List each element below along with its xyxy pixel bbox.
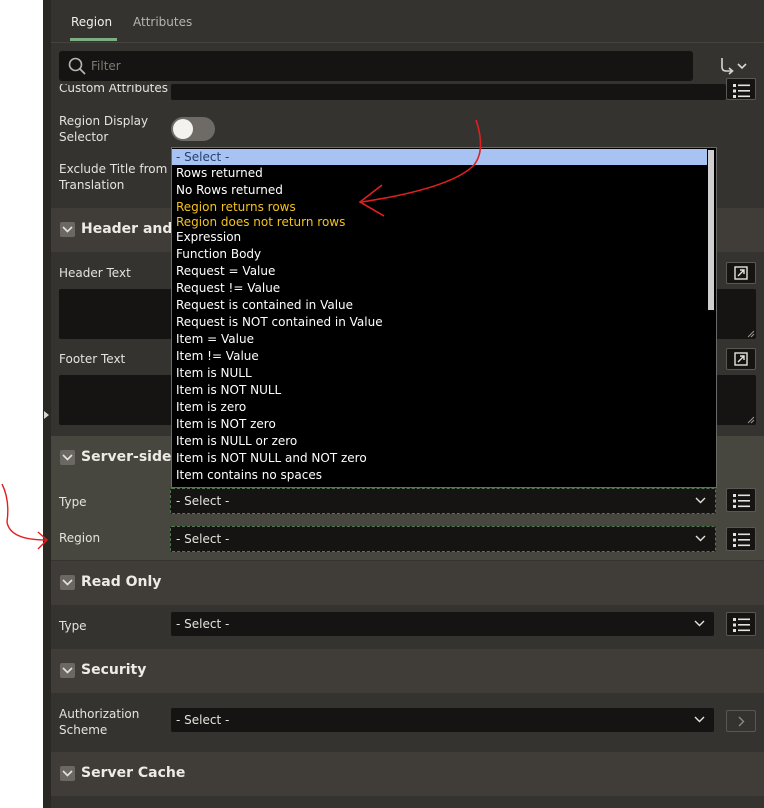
section-title: Read Only (81, 574, 162, 590)
section-title: Security (81, 662, 147, 678)
dropdown-option[interactable]: Item is NULL or zero (176, 434, 297, 448)
dropdown-option[interactable]: No Rows returned (176, 183, 283, 197)
footer-text-label: Footer Text (59, 352, 126, 366)
header-text-expand-button[interactable] (726, 262, 756, 284)
dropdown-option[interactable]: Item is zero (176, 400, 246, 414)
goto-group-icon[interactable] (718, 56, 752, 76)
server-side-type-list-button[interactable] (726, 488, 756, 512)
scrollbar-thumb[interactable] (708, 150, 714, 310)
list-icon (733, 533, 750, 547)
section-title: Server Cache (81, 765, 186, 781)
dropdown-option[interactable]: Item != Value (176, 349, 259, 363)
server-side-region-select[interactable]: - Select - (170, 526, 716, 552)
server-side-type-label: Type (59, 495, 87, 509)
dropdown-option[interactable]: Item is NOT zero (176, 417, 276, 431)
authorization-scheme-label: Authorization Scheme (59, 707, 140, 737)
select-value: - Select - (176, 494, 230, 508)
popout-icon (734, 352, 748, 366)
server-side-region-list-button[interactable] (726, 527, 756, 551)
server-side-region-label: Region (59, 531, 101, 545)
select-value: - Select - (176, 713, 230, 727)
authorization-scheme-select[interactable]: - Select - (171, 708, 714, 732)
chevron-down-icon (60, 575, 75, 590)
filter-placeholder: Filter (91, 59, 121, 73)
dropdown-option[interactable]: Function Body (176, 247, 261, 261)
read-only-type-select[interactable]: - Select - (171, 612, 714, 636)
chevron-down-icon[interactable] (60, 450, 75, 465)
section-security[interactable]: Security (51, 649, 764, 693)
dropdown-option[interactable]: Request is NOT contained in Value (176, 315, 383, 329)
chevron-down-icon (695, 497, 706, 504)
dropdown-option[interactable]: - Select - (172, 149, 708, 165)
custom-attributes-list-button[interactable] (726, 78, 756, 100)
chevron-down-icon (694, 716, 705, 723)
dropdown-option[interactable]: Item is NULL (176, 366, 252, 380)
dropdown-option[interactable]: Rows returned (176, 166, 263, 180)
dropdown-option[interactable]: Request is contained in Value (176, 298, 353, 312)
section-read-only[interactable]: Read Only (51, 561, 764, 605)
custom-attributes-label: Custom Attributes (59, 81, 169, 95)
select-value: - Select - (176, 532, 230, 546)
tab-bar: Region Attributes (51, 0, 764, 43)
list-icon (733, 494, 750, 508)
dropdown-option[interactable]: Item = Value (176, 332, 254, 346)
dropdown-option[interactable]: Region does not return rows (176, 215, 345, 229)
read-only-type-label: Type (59, 619, 87, 633)
section-server-cache[interactable]: Server Cache (51, 752, 764, 796)
tab-attributes[interactable]: Attributes (133, 15, 192, 29)
condition-type-dropdown-list[interactable]: - Select - Rows returned No Rows returne… (171, 147, 717, 488)
authorization-scheme-goto-button[interactable] (726, 710, 756, 732)
toggle-knob (173, 119, 193, 139)
dropdown-option[interactable]: Region returns rows (176, 200, 296, 214)
filter-input[interactable]: Filter (59, 51, 693, 81)
chevron-down-icon (60, 663, 75, 678)
dropdown-option[interactable]: Item is NOT NULL (176, 383, 281, 397)
resize-grip-icon[interactable] (747, 416, 755, 424)
active-tab-indicator (70, 38, 117, 41)
footer-text-expand-button[interactable] (726, 348, 756, 370)
dropdown-option[interactable]: Request != Value (176, 281, 280, 295)
dropdown-option[interactable]: Request = Value (176, 264, 275, 278)
popout-icon (734, 266, 748, 280)
read-only-type-list-button[interactable] (726, 612, 756, 636)
header-text-label: Header Text (59, 266, 131, 280)
select-value: - Select - (176, 617, 230, 631)
chevron-down-icon (695, 535, 706, 542)
custom-attributes-field[interactable] (171, 84, 726, 100)
exclude-title-translation-label: Exclude Title from Translation (59, 162, 168, 192)
list-icon (733, 618, 750, 632)
panel-splitter[interactable] (43, 0, 51, 808)
resize-grip-icon[interactable] (747, 330, 755, 338)
region-display-selector-label: Region Display Selector (59, 114, 149, 144)
region-display-selector-toggle[interactable] (171, 117, 215, 141)
collapse-arrow-icon[interactable] (44, 411, 49, 419)
list-icon (733, 84, 750, 98)
dropdown-scrollbar[interactable] (707, 149, 715, 486)
chevron-right-icon (738, 716, 745, 727)
search-icon (68, 57, 86, 75)
chevron-down-icon (60, 222, 75, 237)
chevron-down-icon (60, 766, 75, 781)
dropdown-option[interactable]: Item contains no spaces (176, 468, 322, 482)
dropdown-option[interactable]: Expression (176, 230, 241, 244)
chevron-down-icon (694, 620, 705, 627)
server-side-type-select[interactable]: - Select - (170, 488, 716, 514)
tab-region[interactable]: Region (71, 15, 112, 29)
dropdown-option[interactable]: Item is NOT NULL and NOT zero (176, 451, 367, 465)
